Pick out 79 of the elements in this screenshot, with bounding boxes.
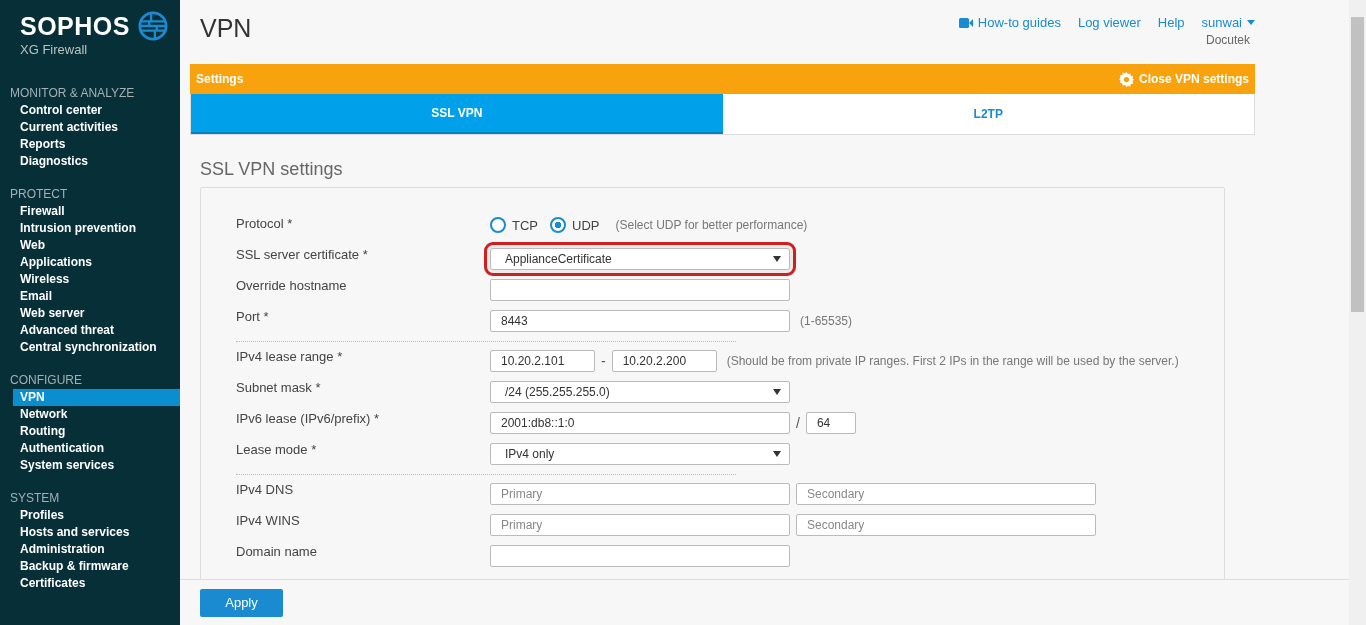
nav-heading: PROTECT (9, 186, 69, 203)
nav-heading: CONFIGURE (9, 372, 83, 389)
radio-button[interactable] (490, 217, 506, 233)
field-label: Override hostname (236, 277, 348, 295)
nav-item[interactable]: VPN (13, 389, 180, 406)
field-label: IPv4 WINS (236, 512, 301, 530)
nav-item[interactable]: Firewall (13, 203, 180, 220)
nav-item[interactable]: Hosts and services (13, 524, 180, 541)
globe-icon (138, 11, 168, 41)
caret-icon (1247, 20, 1255, 25)
field-label: SSL server certificate * (236, 246, 369, 264)
nav-item[interactable]: Intrusion prevention (13, 220, 180, 237)
nav-item[interactable]: Control center (13, 102, 180, 119)
radio-option[interactable]: TCP (490, 217, 538, 233)
nav-item[interactable]: Applications (13, 254, 180, 271)
prefix-separator: / (796, 415, 800, 431)
radio-button[interactable] (550, 217, 566, 233)
top-link[interactable]: Log viewer (1077, 15, 1141, 30)
nav-item[interactable]: Current activities (13, 119, 180, 136)
nav-item[interactable]: Authentication (13, 440, 180, 457)
nav-item[interactable]: Routing (13, 423, 180, 440)
section-title: SSL VPN settings (200, 159, 344, 180)
brand-logo: SOPHOS (20, 11, 130, 41)
nav-item[interactable]: Administration (13, 541, 180, 558)
hint-text: (Should be from private IP ranges. First 2 IPs in the range will be used by the server.) (726, 354, 1179, 368)
field-label: Subnet mask * (236, 379, 322, 397)
scrollbar[interactable] (1349, 0, 1366, 625)
field-label: Protocol * (236, 215, 294, 233)
dropdown[interactable]: /24 (255.255.255.0) (490, 381, 790, 403)
nav-item[interactable]: Diagnostics (13, 153, 180, 170)
top-link[interactable]: sunwai (1201, 15, 1255, 30)
nav-item[interactable]: Reports (13, 136, 180, 153)
input-field[interactable]: Primary (490, 483, 790, 505)
range-separator: - (601, 353, 606, 369)
field-label: Domain name (236, 543, 318, 561)
radio-option[interactable]: UDP (550, 217, 600, 233)
hint-text: (1-65535) (800, 314, 853, 328)
input-field[interactable]: Secondary (796, 514, 1096, 536)
apply-button[interactable]: Apply (200, 588, 283, 617)
input-field[interactable] (490, 545, 790, 567)
nav-item[interactable]: Email (13, 288, 180, 305)
input-field[interactable]: Primary (490, 514, 790, 536)
page-title: VPN (200, 14, 252, 44)
nav-heading: SYSTEM (9, 490, 61, 507)
input-field[interactable]: 10.20.2.101 (490, 350, 595, 372)
dropdown-arrow-icon (773, 256, 781, 262)
input-field[interactable]: Secondary (796, 483, 1096, 505)
nav-item[interactable]: System services (13, 457, 180, 474)
input-field[interactable]: 64 (805, 412, 856, 434)
field-label: Lease mode * (236, 441, 318, 459)
nav-item[interactable]: Wireless (13, 271, 180, 288)
video-camera-icon (958, 17, 973, 28)
nav-item[interactable]: Advanced threat (13, 322, 180, 339)
organization-name: Docutek (1205, 33, 1250, 47)
product-name: XG Firewall (20, 42, 89, 57)
settings-title: Settings (196, 72, 244, 86)
nav-item[interactable]: Central synchronization (13, 339, 180, 356)
nav-item[interactable]: Network (13, 406, 180, 423)
input-field[interactable]: 2001:db8::1:0 (490, 412, 790, 434)
nav-item[interactable]: Profiles (13, 507, 180, 524)
hint-text: (Select UDP for better performance) (615, 218, 808, 232)
field-label: Port * (236, 308, 270, 326)
input-field[interactable] (490, 279, 790, 301)
input-field[interactable]: 10.20.2.200 (611, 350, 717, 372)
nav-item[interactable]: Web (13, 237, 180, 254)
nav-item[interactable]: Web server (13, 305, 180, 322)
dropdown[interactable]: IPv4 only (490, 443, 790, 465)
field-label: IPv4 DNS (236, 481, 295, 499)
nav-heading: MONITOR & ANALYZE (9, 85, 136, 102)
field-label: IPv6 lease (IPv6/prefix) * (236, 410, 381, 428)
field-label: IPv4 lease range * (236, 348, 344, 366)
scrollbar-thumb[interactable] (1351, 17, 1364, 312)
input-field[interactable]: 8443 (490, 310, 790, 332)
nav-item[interactable]: Certificates (13, 575, 180, 592)
top-link[interactable]: How-to guides (958, 15, 1061, 30)
dropdown-arrow-icon (773, 389, 781, 395)
settings-icon (1118, 71, 1134, 87)
nav-item[interactable]: Backup & firmware (13, 558, 180, 575)
dropdown-arrow-icon (773, 451, 781, 457)
